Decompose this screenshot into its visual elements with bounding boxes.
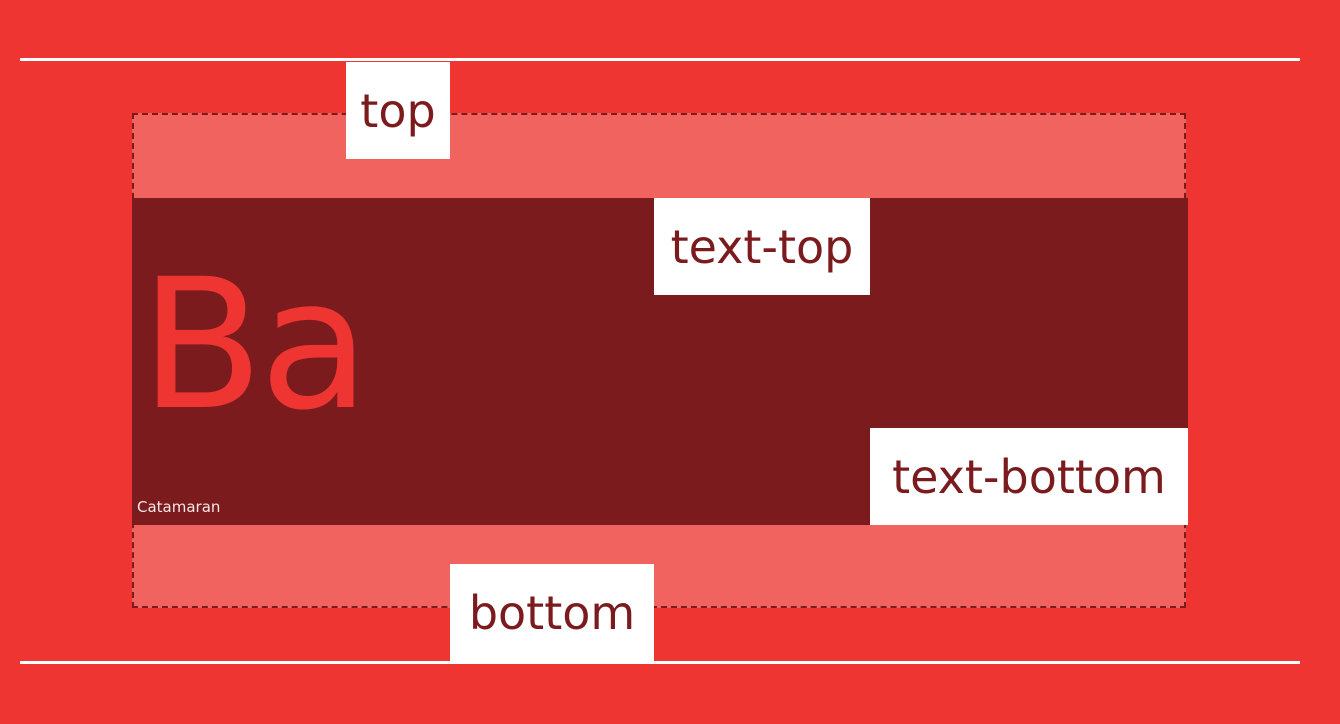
- label-text-bottom: text-bottom: [870, 428, 1188, 525]
- specimen-glyphs: Ba: [140, 241, 370, 450]
- label-top: top: [346, 62, 450, 159]
- bottom-guide-line: [20, 661, 1300, 664]
- top-guide-line: [20, 58, 1300, 61]
- label-bottom: bottom: [450, 564, 654, 661]
- font-name-caption: Catamaran: [137, 498, 221, 516]
- label-text-top: text-top: [654, 198, 870, 295]
